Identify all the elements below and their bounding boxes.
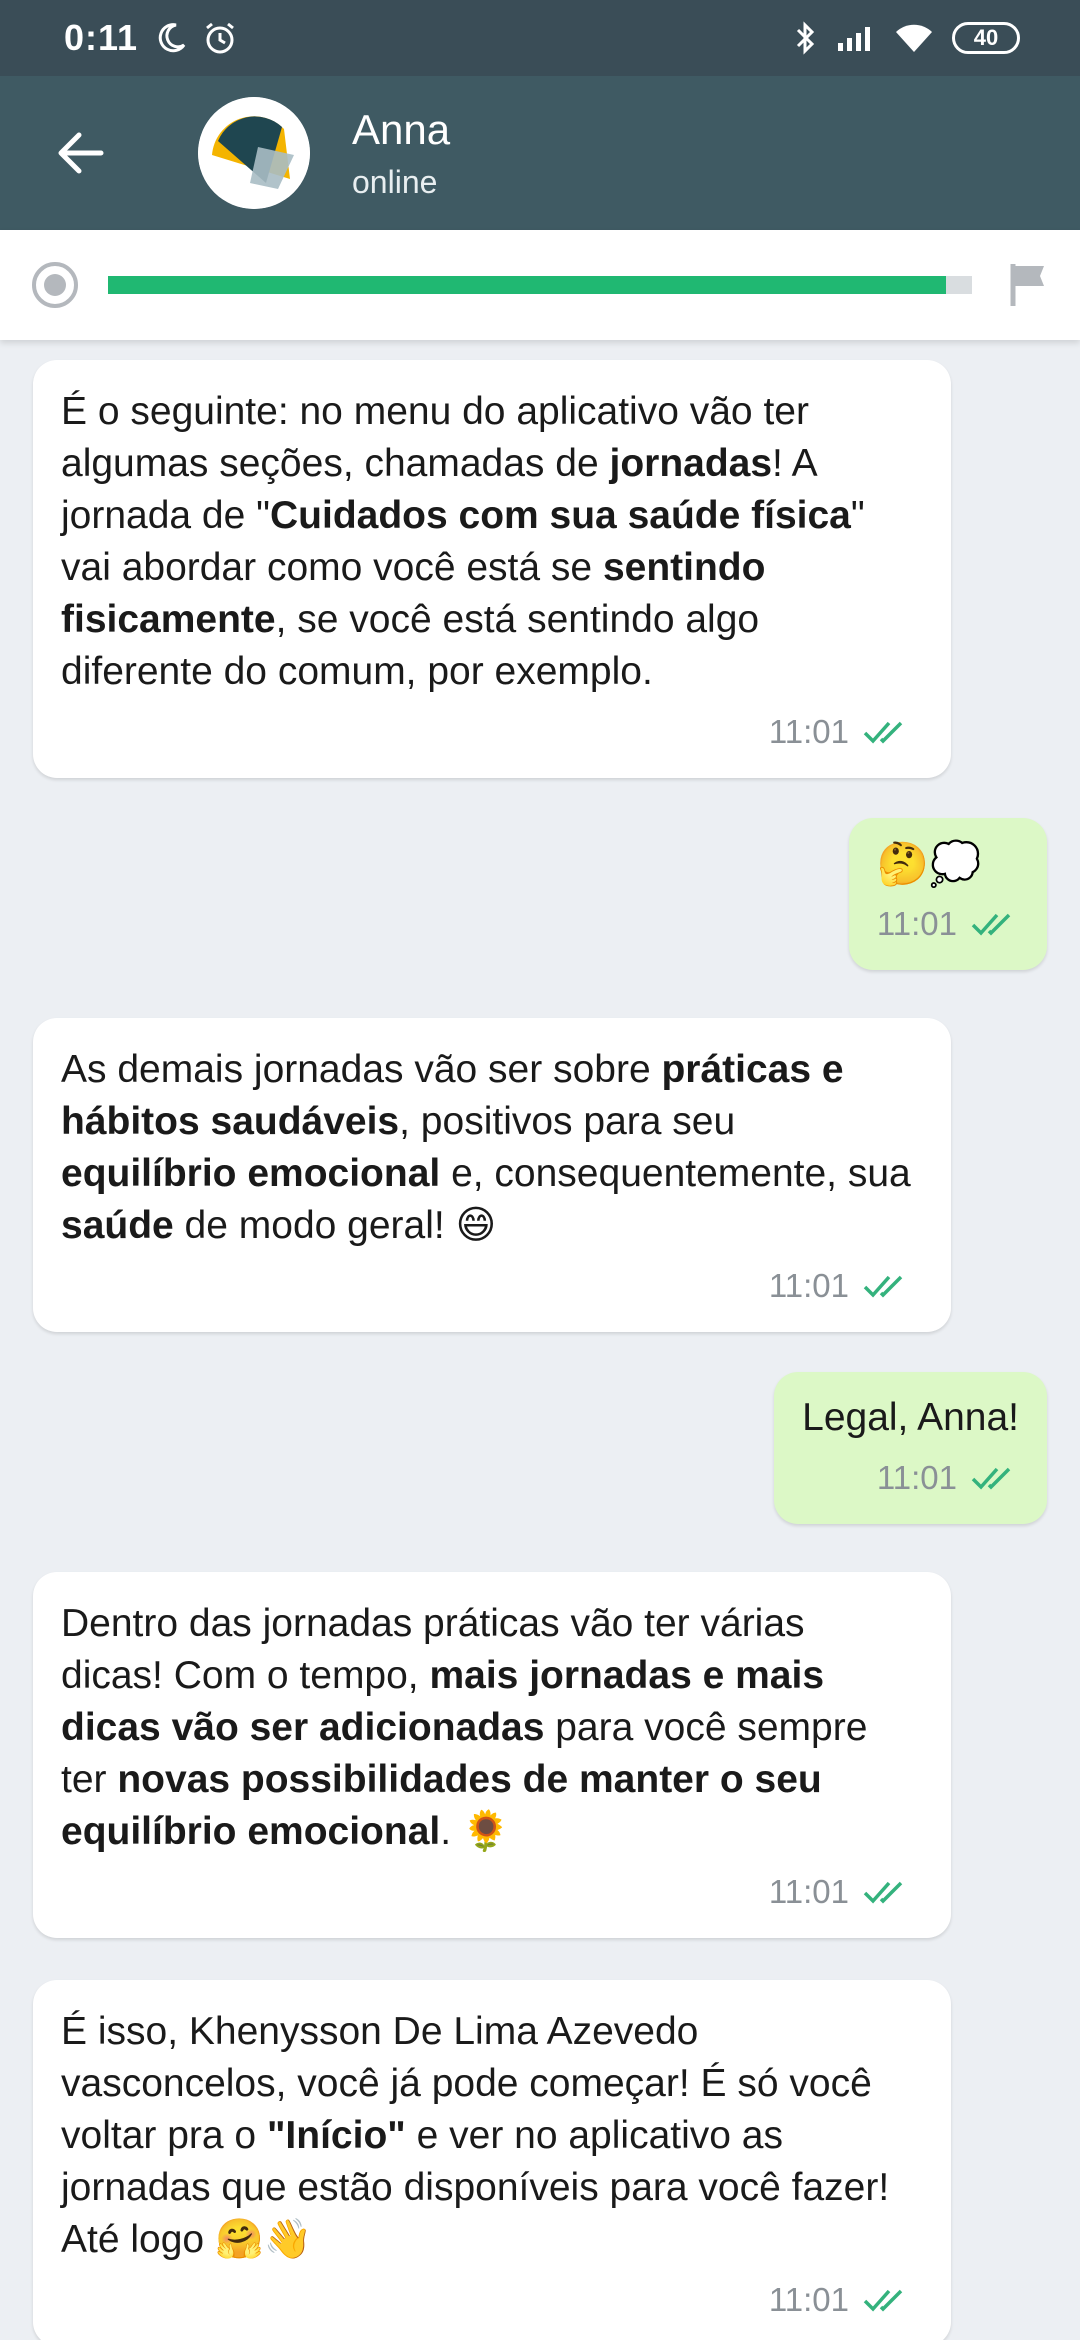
message-meta: 11:01 — [61, 2274, 911, 2326]
contact-info[interactable]: Anna online — [352, 106, 450, 201]
message-bubble[interactable]: É o seguinte: no menu do aplicativo vão … — [33, 360, 951, 778]
message-segment: As demais jornadas vão ser sobre — [61, 1048, 662, 1091]
message-text: É isso, Khenysson De Lima Azevedo vascon… — [61, 2006, 911, 2266]
message-bubble[interactable]: 🤔💭 11:01 — [848, 818, 1047, 970]
avatar[interactable] — [198, 97, 310, 209]
message-bold-segment: saúde — [61, 1204, 174, 1247]
message-text: Legal, Anna! — [802, 1392, 1019, 1444]
contact-status: online — [352, 163, 438, 200]
signal-icon — [838, 27, 870, 51]
message-time: 11:01 — [768, 713, 849, 750]
message-text: 🤔💭 — [877, 838, 1019, 890]
message-segment: de modo geral! 😄 — [173, 1204, 497, 1247]
message-meta: 11:01 — [61, 706, 911, 758]
message-bold-segment: "Início" — [266, 2114, 406, 2157]
status-bar: 0:11 40 — [0, 0, 1080, 76]
double-check-icon — [971, 913, 1011, 936]
message-bold-segment: Cuidados com sua saúde física — [270, 494, 851, 537]
message-bubble[interactable]: As demais jornadas vão ser sobre prática… — [33, 1018, 951, 1332]
message-segment: , positivos para seu — [399, 1100, 736, 1143]
journey-progress — [0, 230, 1080, 340]
double-check-icon — [863, 2289, 903, 2312]
message-meta: 11:01 — [802, 1452, 1019, 1504]
message-time: 11:01 — [768, 1873, 849, 1910]
message-bubble[interactable]: Dentro das jornadas práticas vão ter vár… — [33, 1572, 951, 1938]
message-segment: Legal, Anna! — [802, 1396, 1019, 1439]
double-check-icon — [971, 1467, 1011, 1490]
message-segment: . 🌻 — [440, 1810, 511, 1853]
message-time: 11:01 — [876, 905, 957, 942]
status-icons-left — [154, 20, 238, 56]
double-check-icon — [863, 1881, 903, 1904]
contact-name: Anna — [352, 105, 451, 153]
battery-level: 40 — [973, 25, 999, 50]
message-time: 11:01 — [768, 1267, 849, 1304]
flag-icon — [1010, 264, 1044, 306]
message-text: As demais jornadas vão ser sobre prática… — [61, 1044, 911, 1252]
record-icon — [32, 262, 78, 308]
status-time: 0:11 — [64, 17, 139, 58]
message-segment: e, consequentemente, sua — [440, 1152, 911, 1195]
arrow-left-icon — [58, 132, 104, 174]
message-time: 11:01 — [876, 1459, 957, 1496]
message-meta: 11:01 — [61, 1866, 911, 1918]
message-time: 11:01 — [768, 2281, 849, 2318]
avatar-logo-icon — [198, 97, 310, 209]
message-text: Dentro das jornadas práticas vão ter vár… — [61, 1598, 911, 1858]
battery-icon: 40 — [952, 22, 1020, 54]
message-bubble[interactable]: Legal, Anna! 11:01 — [774, 1372, 1047, 1524]
message-text: É o seguinte: no menu do aplicativo vão … — [61, 386, 911, 698]
bluetooth-icon — [796, 21, 815, 55]
status-left: 0:11 — [64, 17, 238, 59]
wifi-icon — [896, 24, 932, 52]
alarm-icon — [206, 22, 235, 54]
progress-fill — [108, 276, 947, 294]
back-button[interactable] — [0, 76, 160, 230]
message-segment: 🤔💭 — [876, 839, 982, 888]
double-check-icon — [863, 721, 903, 744]
message-bold-segment: jornadas — [609, 442, 773, 485]
moon-icon — [158, 23, 186, 53]
message-meta: 11:01 — [877, 898, 1019, 950]
chat-messages[interactable]: É o seguinte: no menu do aplicativo vão … — [0, 340, 1080, 2340]
message-meta: 11:01 — [61, 1260, 911, 1312]
chat-header: Anna online — [0, 76, 1080, 230]
double-check-icon — [863, 1275, 903, 1298]
progress-track — [108, 276, 972, 294]
message-bubble[interactable]: É isso, Khenysson De Lima Azevedo vascon… — [33, 1980, 951, 2340]
status-right: 40 — [794, 20, 1020, 56]
message-bold-segment: equilíbrio emocional — [61, 1152, 441, 1195]
